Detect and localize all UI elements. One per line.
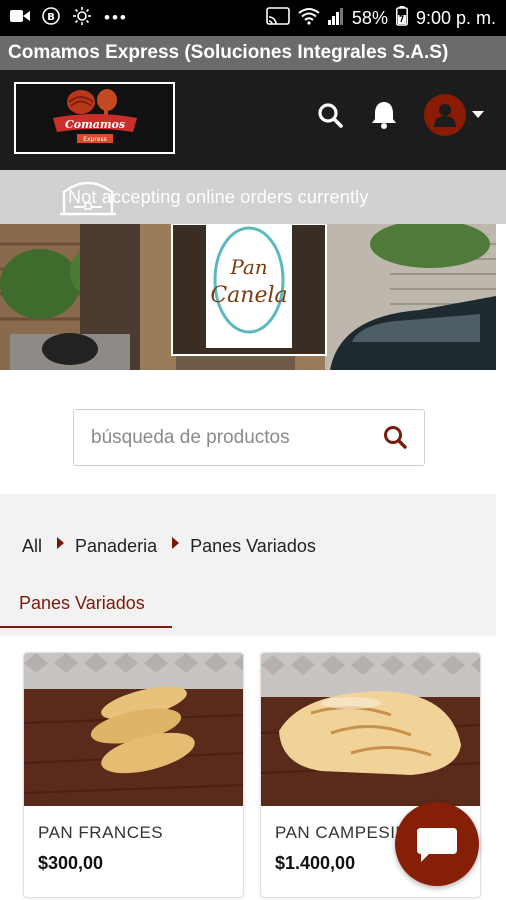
battery-icon: [396, 5, 408, 31]
product-card[interactable]: PAN FRANCES $300,00: [23, 652, 244, 898]
search-icon[interactable]: [316, 101, 344, 129]
breadcrumb-panaderia[interactable]: Panaderia: [75, 536, 157, 557]
closed-store-icon: [60, 178, 116, 223]
status-bar: B ••• 58% 9:00 p. m.: [0, 0, 506, 36]
product-search: [73, 409, 425, 466]
site-header: Comamos Express: [0, 70, 506, 170]
tab-label: Panes Variados: [19, 592, 145, 613]
user-icon[interactable]: [424, 94, 466, 136]
more-notifications-icon: •••: [104, 8, 128, 27]
storefront-photo: Pan Canela: [0, 224, 496, 370]
chat-bubble-icon: [417, 828, 457, 862]
product-price: $300,00: [38, 853, 104, 873]
caret-down-icon[interactable]: [472, 106, 484, 124]
svg-text:B: B: [47, 12, 55, 23]
breadcrumb-all[interactable]: All: [22, 536, 42, 557]
search-input[interactable]: [91, 426, 371, 449]
b-badge-icon: B: [42, 6, 60, 30]
svg-text:Express: Express: [83, 136, 106, 143]
chat-button[interactable]: [395, 802, 479, 886]
category-panel: All Panaderia Panes Variados Panes Varia…: [0, 494, 496, 636]
search-icon[interactable]: [382, 424, 408, 450]
notification-icons: B •••: [10, 6, 266, 31]
banner-store-name-line1: Pan: [229, 255, 267, 279]
store-banner: Pan Canela: [0, 224, 496, 370]
logo-artwork: Comamos Express: [47, 88, 143, 148]
search-button[interactable]: [382, 424, 408, 455]
app-title: Comamos Express (Soluciones Integrales S…: [8, 42, 449, 63]
product-name[interactable]: PAN FRANCES: [38, 823, 163, 843]
app-title-bar: Comamos Express (Soluciones Integrales S…: [0, 36, 506, 70]
brand-logo[interactable]: Comamos Express: [14, 82, 175, 154]
wifi-icon: [298, 7, 320, 30]
tab-panes-variados[interactable]: Panes Variados: [0, 580, 172, 628]
clock: 9:00 p. m.: [415, 7, 496, 28]
product-price: $1.400,00: [275, 853, 356, 873]
banner-store-name-line2: Canela: [210, 283, 287, 308]
orders-closed-notice: Not accepting online orders currently: [0, 170, 506, 224]
chevron-right-icon: [172, 536, 180, 549]
video-icon: [10, 8, 30, 28]
bell-icon[interactable]: [370, 100, 398, 130]
product-image[interactable]: [261, 653, 480, 806]
header-actions: [316, 94, 484, 136]
battery-percent: 58%: [351, 7, 388, 28]
breadcrumb-current[interactable]: Panes Variados: [190, 536, 316, 557]
brightness-icon: [72, 6, 92, 31]
cast-icon: [266, 6, 290, 30]
breadcrumb: All Panaderia Panes Variados: [22, 536, 316, 557]
svg-text:Comamos: Comamos: [64, 118, 124, 131]
product-image[interactable]: [24, 653, 243, 806]
chevron-right-icon: [57, 536, 65, 549]
system-status: 58% 9:00 p. m.: [266, 5, 496, 31]
user-menu[interactable]: [424, 94, 484, 136]
signal-icon: [327, 7, 344, 30]
